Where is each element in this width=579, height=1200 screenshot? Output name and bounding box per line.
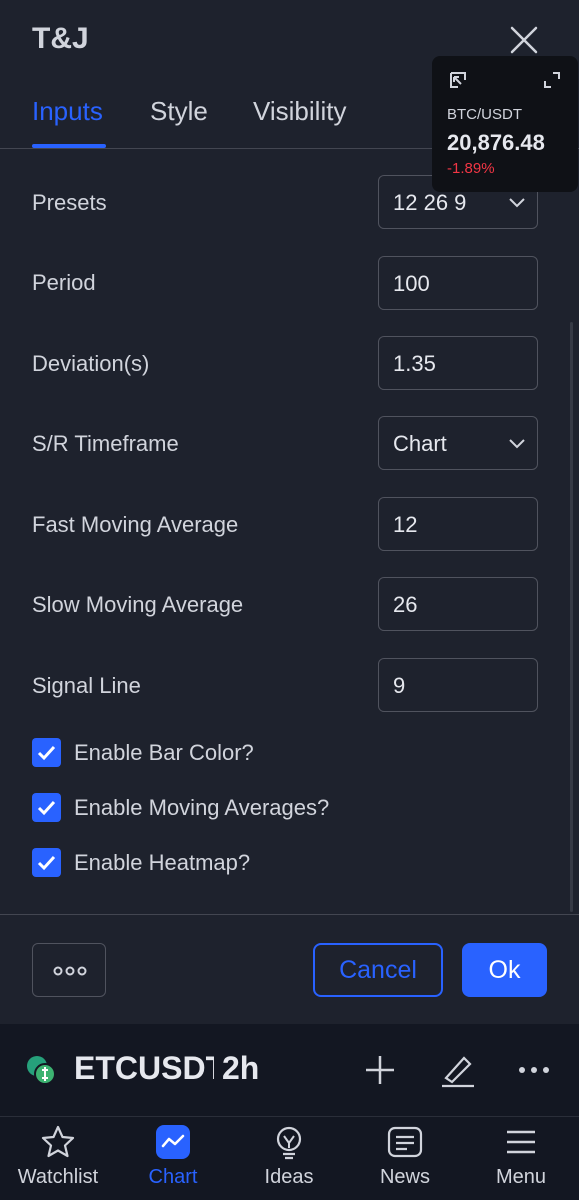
deviations-input[interactable]: 1.35 <box>378 336 538 390</box>
signal-line-value: 9 <box>393 673 406 698</box>
etc-coin-icon <box>27 1056 56 1085</box>
heatmap-checkbox[interactable] <box>32 848 61 877</box>
menu-icon <box>507 1130 535 1154</box>
deviations-label: Deviation(s) <box>32 351 150 376</box>
tab-visibility[interactable]: Visibility <box>253 96 346 127</box>
lightbulb-icon <box>276 1126 302 1160</box>
close-icon[interactable] <box>506 22 542 58</box>
slow-ma-label: Slow Moving Average <box>32 592 244 617</box>
ellipsis-icon <box>53 966 87 976</box>
news-icon <box>387 1126 423 1158</box>
checkmark-icon <box>37 855 56 871</box>
period-label: Period <box>32 270 96 295</box>
nav-watchlist-label: Watchlist <box>17 1166 99 1188</box>
more-dots-icon[interactable] <box>516 1052 552 1088</box>
symbol-name[interactable]: ETCUSDT <box>74 1050 214 1087</box>
scrollbar[interactable] <box>570 322 573 912</box>
nav-news-label: News <box>379 1166 430 1188</box>
presets-value: 12 26 9 <box>393 190 467 215</box>
period-value: 100 <box>393 271 430 296</box>
timeframe[interactable]: 2h <box>222 1050 259 1087</box>
heatmap-label[interactable]: Enable Heatmap? <box>74 850 250 876</box>
dialog-title: T&J <box>32 22 89 55</box>
active-tab-indicator <box>32 144 106 148</box>
pop-out-icon[interactable] <box>448 70 468 90</box>
deviations-value: 1.35 <box>393 351 436 376</box>
nav-menu-label: Menu <box>495 1166 547 1188</box>
moving-averages-checkbox[interactable] <box>32 793 61 822</box>
ticker-symbol: BTC/USDT <box>447 106 522 123</box>
ticker-price: 20,876.48 <box>447 130 545 155</box>
nav-ideas-label: Ideas <box>264 1166 314 1188</box>
footer-divider <box>0 914 579 915</box>
cancel-button[interactable]: Cancel <box>313 943 443 997</box>
presets-label: Presets <box>32 190 107 215</box>
plus-icon[interactable] <box>362 1052 398 1088</box>
ticker-widget[interactable]: BTC/USDT 20,876.48 -1.89% <box>432 56 578 192</box>
more-options-button[interactable] <box>32 943 106 997</box>
fast-ma-input[interactable]: 12 <box>378 497 538 551</box>
chevron-down-icon <box>509 198 525 208</box>
checkmark-icon <box>37 745 56 761</box>
expand-icon[interactable] <box>542 70 562 90</box>
checkmark-icon <box>37 800 56 816</box>
slow-ma-input[interactable]: 26 <box>378 577 538 631</box>
nav-watchlist[interactable]: Watchlist <box>8 1124 108 1189</box>
period-input[interactable]: 100 <box>378 256 538 310</box>
slow-ma-value: 26 <box>393 592 418 617</box>
signal-line-label: Signal Line <box>32 673 141 698</box>
chart-icon <box>156 1125 190 1159</box>
ok-button[interactable]: Ok <box>462 943 547 997</box>
nav-menu[interactable]: Menu <box>471 1124 571 1189</box>
tab-inputs[interactable]: Inputs <box>32 96 103 127</box>
chevron-down-icon <box>509 439 525 449</box>
fast-ma-value: 12 <box>393 512 418 537</box>
sr-timeframe-value: Chart <box>393 431 447 456</box>
fast-ma-label: Fast Moving Average <box>32 512 239 537</box>
sr-timeframe-select[interactable]: Chart <box>378 416 538 470</box>
bar-color-checkbox[interactable] <box>32 738 61 767</box>
nav-news[interactable]: News <box>355 1124 455 1189</box>
nav-ideas[interactable]: Ideas <box>239 1124 339 1189</box>
sr-timeframe-label: S/R Timeframe <box>32 431 179 456</box>
ticker-change: -1.89% <box>447 160 495 177</box>
nav-chart-label: Chart <box>148 1166 198 1188</box>
tab-style[interactable]: Style <box>150 96 208 127</box>
draw-pen-icon[interactable] <box>440 1052 476 1088</box>
bar-color-label[interactable]: Enable Bar Color? <box>74 740 254 766</box>
nav-chart[interactable]: Chart <box>123 1124 223 1189</box>
signal-line-input[interactable]: 9 <box>378 658 538 712</box>
moving-averages-label[interactable]: Enable Moving Averages? <box>74 795 329 821</box>
star-icon <box>41 1125 75 1158</box>
